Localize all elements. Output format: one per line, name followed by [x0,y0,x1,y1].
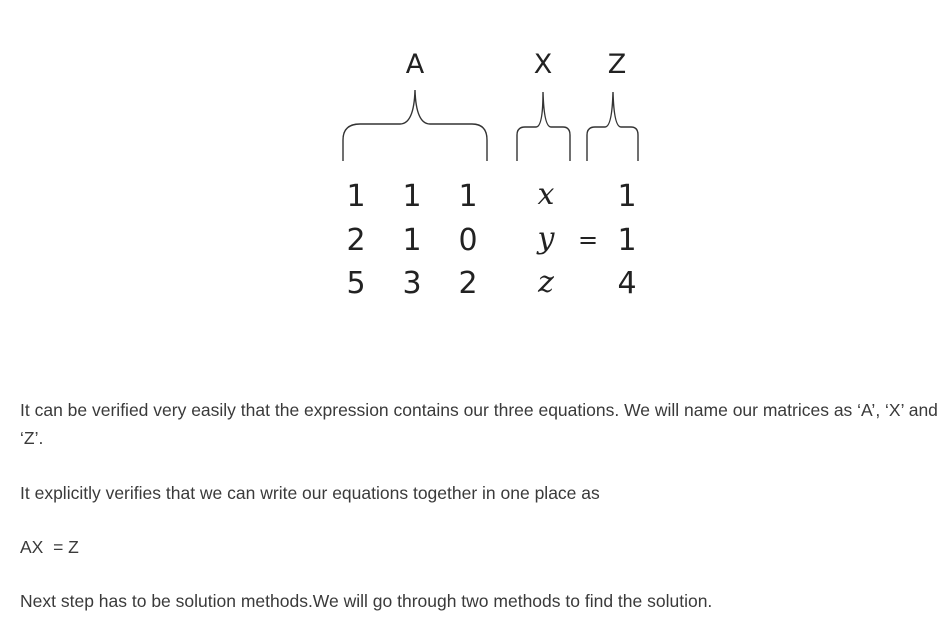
matrix-a-cell: 1 [402,223,421,258]
brace-matrix-a [342,89,488,161]
matrix-a-cell: 3 [402,266,421,301]
matrix-a-cell: 2 [458,266,477,301]
label-matrix-x: X [534,49,553,80]
vector-z-cell: 1 [617,223,636,258]
paragraph-next-step: Next step has to be solution methods.We … [20,591,713,611]
matrix-a-cell: 1 [346,179,365,214]
matrix-a-cell: 5 [346,266,365,301]
paragraph-matrix-naming: It can be verified very easily that the … [20,400,938,448]
equals-sign: = [578,226,598,254]
paragraph-verification: It explicitly verifies that we can write… [20,483,600,503]
matrix-equation-svg: A X Z 1 1 1 2 1 0 5 3 2 x y z = 1 1 4 [342,49,639,301]
vector-x-cell: x [538,177,555,212]
brace-vector-x [516,91,571,161]
vector-z-cell: 4 [617,266,636,301]
brace-vector-z [586,91,639,161]
vector-z-cell: 1 [617,179,636,214]
vector-x-cell: y [536,221,556,256]
label-matrix-z: Z [608,49,627,80]
matrix-a-cell: 1 [402,179,421,214]
matrix-a-cell: 2 [346,223,365,258]
matrix-a-cell: 1 [458,179,477,214]
label-matrix-a: A [406,49,425,80]
equation-ax-equals-z: AX = Z [20,537,79,557]
vector-x-cell: z [537,265,554,300]
matrix-a-cell: 0 [458,223,477,258]
matrix-equation-figure: A X Z 1 1 1 2 1 0 5 3 2 x y z = 1 1 4 [0,0,946,330]
